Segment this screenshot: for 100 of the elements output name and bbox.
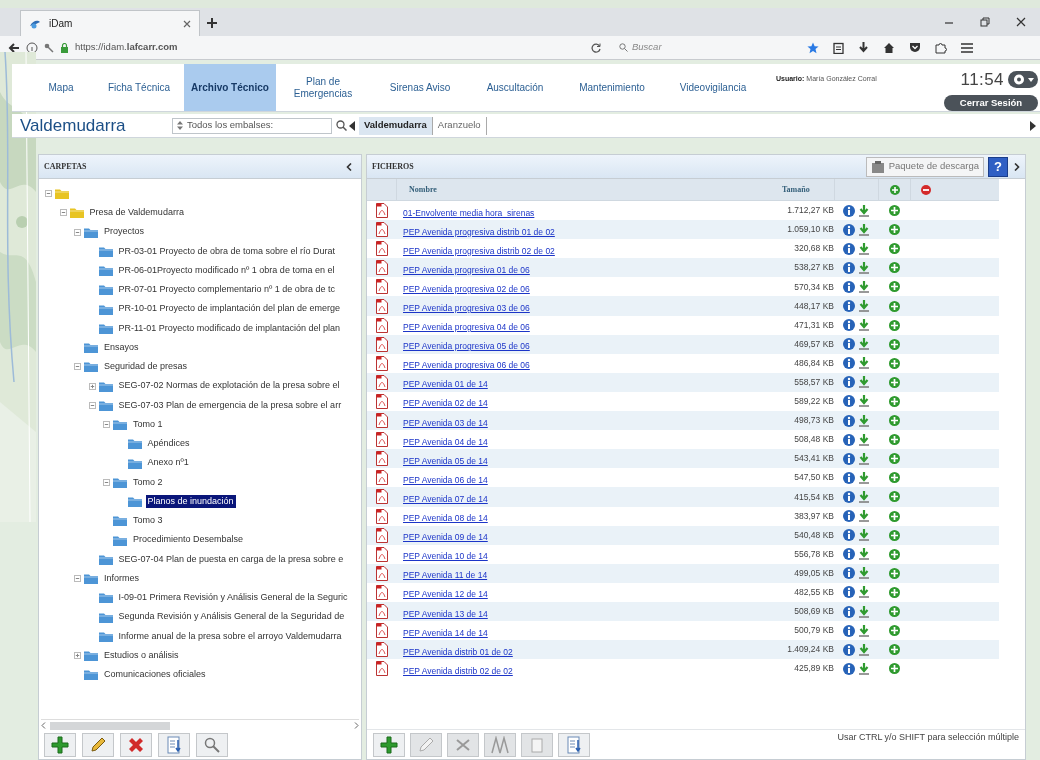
- tree-item[interactable]: SEG-07-02 Normas de explotación de la presa sobre el: [116, 379, 342, 393]
- add-button[interactable]: [373, 732, 405, 757]
- nav-tab[interactable]: Sirenas Aviso: [370, 64, 470, 111]
- info-icon[interactable]: [842, 414, 855, 427]
- tree-item[interactable]: PR-11-01 Proyecto modificado de implantación del plan: [116, 321, 342, 336]
- file-link[interactable]: PEP Avenida progresiva distrib 02 de 02: [403, 245, 555, 256]
- add-circle-icon[interactable]: [888, 338, 900, 350]
- add-circle-icon[interactable]: [889, 184, 900, 195]
- add-circle-icon[interactable]: [888, 529, 900, 541]
- file-link[interactable]: PEP Avenida distrib 01 de 02: [403, 646, 513, 657]
- info-icon[interactable]: [842, 376, 855, 389]
- info-icon[interactable]: [842, 567, 855, 580]
- tree-item[interactable]: PR-07-01 Proyecto complementario nº 1 de obra de tc: [116, 283, 337, 297]
- file-link[interactable]: PEP Avenida 10 de 14: [403, 551, 488, 562]
- file-link[interactable]: PEP Avenida progresiva 03 de 06: [403, 303, 530, 313]
- file-link[interactable]: PEP Avenida 01 de 14: [403, 379, 488, 390]
- collapse-toggle-icon[interactable]: [103, 421, 110, 429]
- nav-tab[interactable]: Plan de Emergencias: [276, 64, 370, 111]
- tree-item[interactable]: Informes: [102, 571, 141, 586]
- tree-item[interactable]: I-09-01 Primera Revisión y Análisis General de la Seguric: [116, 591, 350, 605]
- nav-tab[interactable]: Videovigilancia: [664, 64, 762, 111]
- info-icon[interactable]: [842, 338, 855, 351]
- info-icon[interactable]: [842, 280, 855, 293]
- add-circle-icon[interactable]: [888, 606, 900, 617]
- file-link[interactable]: PEP Avenida 02 de 14: [403, 398, 488, 409]
- close-icon[interactable]: [183, 19, 191, 28]
- add-circle-icon[interactable]: [888, 491, 900, 503]
- info-icon[interactable]: [842, 548, 855, 561]
- add-circle-icon[interactable]: [888, 243, 900, 255]
- file-link[interactable]: PEP Avenida progresiva 01 de 06: [403, 264, 530, 275]
- file-link[interactable]: PEP Avenida progresiva distrib 01 de 02: [403, 226, 555, 237]
- add-circle-icon[interactable]: [888, 644, 900, 656]
- download-package-button[interactable]: Paquete de descarga: [865, 156, 984, 177]
- add-circle-icon[interactable]: [888, 415, 900, 427]
- add-circle-icon[interactable]: [888, 548, 900, 560]
- scrollbar-thumb[interactable]: [50, 721, 170, 730]
- tree-item[interactable]: Tomo 2: [131, 475, 165, 490]
- tree-item[interactable]: Tomo 1: [131, 417, 165, 432]
- right-arrow-icon[interactable]: [1030, 120, 1036, 131]
- new-tab-icon[interactable]: [206, 17, 218, 29]
- file-link[interactable]: PEP Avenida 09 de 14: [403, 532, 488, 543]
- add-circle-icon[interactable]: [888, 625, 900, 637]
- search-button[interactable]: [196, 733, 228, 757]
- collapse-toggle-icon[interactable]: [103, 478, 110, 486]
- edit-button[interactable]: [82, 733, 114, 757]
- logout-button[interactable]: Cerrar Sesión: [944, 94, 1038, 111]
- reservoir-dropdown[interactable]: Todos los embalses:: [172, 117, 332, 134]
- tree-item[interactable]: Estudios o análisis: [102, 648, 181, 663]
- info-icon[interactable]: [842, 510, 855, 523]
- info-icon[interactable]: [842, 357, 855, 370]
- info-icon[interactable]: [842, 529, 855, 542]
- info-icon[interactable]: [842, 395, 855, 408]
- tree-item[interactable]: Ensayos: [102, 340, 141, 355]
- info-icon[interactable]: [842, 605, 855, 618]
- add-circle-icon[interactable]: [888, 510, 900, 522]
- add-circle-icon[interactable]: [888, 262, 900, 274]
- tree-item[interactable]: Anexo nº1: [145, 456, 191, 470]
- file-link[interactable]: PEP Avenida 07 de 14: [403, 493, 488, 504]
- file-link[interactable]: PEP Avenida 06 de 14: [403, 474, 488, 485]
- info-icon[interactable]: [842, 261, 855, 274]
- file-link[interactable]: PEP Avenida progresiva 02 de 06: [403, 283, 530, 294]
- info-icon[interactable]: [842, 662, 855, 675]
- info-icon[interactable]: [842, 471, 855, 484]
- tree-item[interactable]: Informe anual de la presa sobre el arroyo Valdemudarra: [116, 629, 344, 644]
- expand-right-icon[interactable]: [1014, 162, 1020, 171]
- nav-tab[interactable]: Archivo Técnico: [184, 64, 276, 111]
- info-icon[interactable]: [842, 223, 855, 236]
- add-circle-icon[interactable]: [888, 396, 900, 407]
- reload-icon[interactable]: [591, 42, 601, 53]
- file-link[interactable]: PEP Avenida 13 de 14: [403, 608, 488, 619]
- tree-item[interactable]: PR-10-01 Proyecto de implantación del plan de emerge: [116, 302, 343, 316]
- tree-item[interactable]: Proyectos: [102, 225, 147, 239]
- tree-item[interactable]: Comunicaciones oficiales: [102, 668, 208, 682]
- file-link[interactable]: PEP Avenida progresiva 06 de 06: [403, 360, 530, 371]
- menu-icon[interactable]: [961, 42, 973, 53]
- star-icon[interactable]: [807, 41, 819, 54]
- nav-tab[interactable]: Ficha Técnica: [94, 64, 184, 111]
- url-field[interactable]: https://idam.lafcarr.com: [75, 40, 585, 55]
- add-circle-icon[interactable]: [888, 300, 900, 312]
- add-circle-icon[interactable]: [888, 357, 900, 369]
- collapse-toggle-icon[interactable]: [88, 401, 96, 409]
- clipboard-icon[interactable]: [833, 41, 844, 54]
- expand-toggle-icon[interactable]: [74, 652, 81, 660]
- add-circle-icon[interactable]: [888, 586, 900, 598]
- home-icon[interactable]: [883, 41, 895, 54]
- properties-button[interactable]: [558, 732, 590, 757]
- tree-item[interactable]: Planos de inundación: [145, 494, 236, 509]
- file-link[interactable]: PEP Avenida 03 de 14: [403, 417, 488, 428]
- edit-button[interactable]: [410, 732, 442, 757]
- file-link[interactable]: PEP Avenida 08 de 14: [403, 513, 488, 524]
- add-circle-icon[interactable]: [888, 281, 900, 293]
- file-link[interactable]: PEP Avenida 14 de 14: [403, 627, 488, 638]
- file-link[interactable]: PEP Avenida progresiva 05 de 06: [403, 341, 530, 352]
- info-icon[interactable]: [842, 300, 855, 312]
- info-icon[interactable]: [842, 624, 855, 637]
- tree-item[interactable]: Segunda Revisión y Análisis General de la Seguridad de: [116, 610, 347, 624]
- info-icon[interactable]: [842, 643, 855, 656]
- nav-tab[interactable]: Auscultación: [470, 64, 560, 111]
- tree-item[interactable]: SEG-07-03 Plan de emergencia de la presa sobre el arr: [116, 398, 344, 413]
- scroll-right-icon[interactable]: [354, 722, 359, 729]
